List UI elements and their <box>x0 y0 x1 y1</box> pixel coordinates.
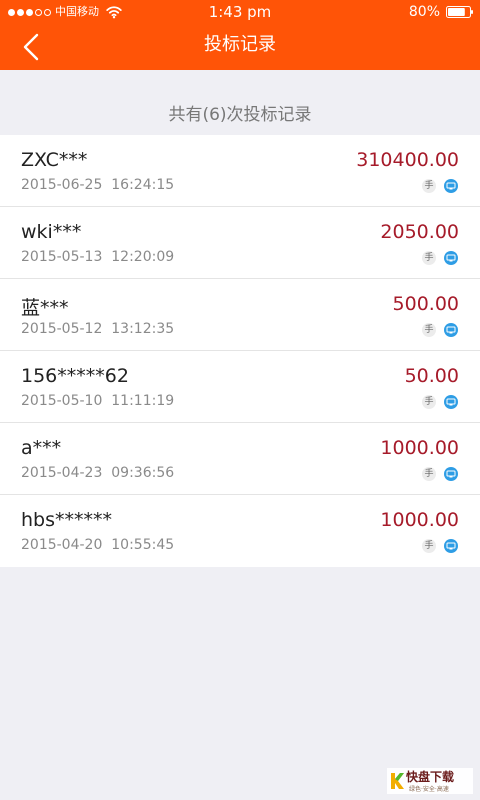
bid-record-row[interactable]: ZXC*** 310400.00 2015-06-25 16:24:15 手 <box>0 135 480 207</box>
bid-amount: 1000.00 <box>380 509 459 531</box>
status-bar: 中国移动 1:43 pm 80% <box>0 0 480 24</box>
bid-amount: 2050.00 <box>380 221 459 243</box>
mobile-device-icon: 手 <box>422 395 436 409</box>
bid-amount: 500.00 <box>392 293 459 315</box>
desktop-icon <box>444 395 458 409</box>
battery-icon <box>446 6 473 18</box>
bid-record-row[interactable]: 156*****62 50.00 2015-05-10 11:11:19 手 <box>0 351 480 423</box>
chevron-left-icon <box>23 33 39 61</box>
desktop-icon <box>444 323 458 337</box>
back-button[interactable] <box>14 30 48 64</box>
bid-timestamp: 2015-04-23 09:36:56 <box>21 465 175 481</box>
bidder-name: a*** <box>21 437 62 459</box>
mobile-device-icon: 手 <box>422 323 436 337</box>
bid-records-list: ZXC*** 310400.00 2015-06-25 16:24:15 手 w… <box>0 135 480 567</box>
carrier-name: 中国移动 <box>55 5 99 18</box>
mobile-device-icon: 手 <box>422 539 436 553</box>
signal-dot-filled <box>17 8 24 16</box>
bidder-name: 156*****62 <box>21 365 129 387</box>
watermark-logo-text: 快盘下载 绿色·安全·高速 <box>406 769 454 793</box>
desktop-icon <box>444 539 458 553</box>
desktop-icon <box>444 251 458 265</box>
desktop-icon <box>444 467 458 481</box>
mobile-device-icon: 手 <box>422 179 436 193</box>
wifi-icon <box>106 6 122 19</box>
desktop-icon <box>444 179 458 193</box>
svg-text:快盘下载: 快盘下载 <box>406 769 454 784</box>
signal-dot-empty <box>44 8 51 16</box>
bid-record-row[interactable]: wki*** 2050.00 2015-05-13 12:20:09 手 <box>0 207 480 279</box>
page-title: 投标记录 <box>204 34 276 55</box>
mobile-device-icon: 手 <box>422 467 436 481</box>
records-count-summary: 共有(6)次投标记录 <box>168 105 312 125</box>
bid-timestamp: 2015-05-10 11:11:19 <box>21 393 175 409</box>
app-header: 中国移动 1:43 pm 80% 投标记录 <box>0 0 480 70</box>
bid-timestamp: 2015-05-13 12:20:09 <box>21 249 175 265</box>
bid-record-row[interactable]: 蓝*** 500.00 2015-05-12 13:12:35 手 <box>0 279 480 351</box>
bid-amount: 310400.00 <box>356 149 459 171</box>
signal-strength-icon <box>8 4 51 20</box>
bid-record-row[interactable]: a*** 1000.00 2015-04-23 09:36:56 手 <box>0 423 480 495</box>
battery-percent: 80% <box>408 4 440 20</box>
k-logo-icon <box>391 773 404 789</box>
signal-dot-filled <box>8 8 15 16</box>
bid-record-row[interactable]: hbs****** 1000.00 2015-04-20 10:55:45 手 <box>0 495 480 567</box>
signal-dot-empty <box>35 8 42 16</box>
kuaipan-watermark: 快盘下载 绿色·安全·高速 <box>387 768 473 794</box>
bid-timestamp: 2015-05-12 13:12:35 <box>21 321 175 337</box>
signal-dot-filled <box>26 8 33 16</box>
bid-timestamp: 2015-04-20 10:55:45 <box>21 537 175 553</box>
navigation-bar: 投标记录 <box>0 24 480 70</box>
svg-text:绿色·安全·高速: 绿色·安全·高速 <box>409 785 449 793</box>
bidder-name: 蓝*** <box>21 297 69 319</box>
bid-records-screen: 中国移动 1:43 pm 80% 投标记录 共有(6)次投标记录 ZXC*** … <box>0 0 480 800</box>
bid-timestamp: 2015-06-25 16:24:15 <box>21 177 175 193</box>
bidder-name: ZXC*** <box>21 149 88 171</box>
bid-amount: 50.00 <box>404 365 459 387</box>
bid-amount: 1000.00 <box>380 437 459 459</box>
bidder-name: hbs****** <box>21 509 113 531</box>
bidder-name: wki*** <box>21 221 82 243</box>
mobile-device-icon: 手 <box>422 251 436 265</box>
